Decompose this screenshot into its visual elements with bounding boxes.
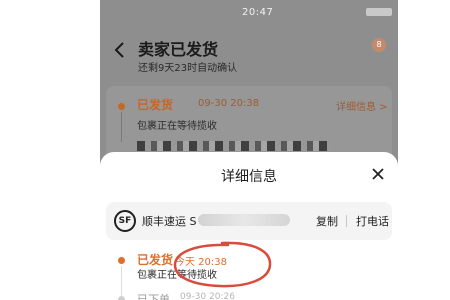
timeline-time: 09-30 20:26 (180, 292, 235, 300)
chevron-left-icon[interactable] (112, 40, 128, 60)
auto-confirm-countdown: 还剩9天23时自动确认 (138, 63, 238, 74)
red-circle-annotation (173, 241, 272, 288)
phone-screen: 20:47 卖家已发货 还剩9天23时自动确认 8 已发货 09-30 20:3… (100, 0, 398, 300)
courier-name: 顺丰速运 S (142, 215, 197, 228)
shipping-description: 包裹正在等待揽收 (137, 121, 217, 132)
shipping-time: 09-30 20:38 (198, 98, 260, 109)
shipping-status: 已发货 (137, 98, 174, 112)
timeline-dot (118, 103, 125, 110)
battery-icon (366, 8, 392, 16)
timeline-dot-active (118, 257, 125, 264)
sheet-title: 详细信息 (221, 169, 277, 185)
page-title: 卖家已发货 (138, 40, 219, 59)
timeline-line (121, 112, 122, 142)
timeline-dot (118, 296, 125, 300)
sf-express-logo: SF (114, 210, 136, 232)
divider (346, 215, 347, 227)
redacted-address (137, 141, 333, 151)
timeline-status: 已下单 (137, 293, 170, 300)
status-time: 20:47 (242, 7, 274, 18)
redacted-tracking-number (198, 214, 290, 226)
close-icon[interactable] (370, 166, 386, 182)
detail-bottom-sheet: 详细信息 SF 顺丰速运 S 复制 打电话 已发货 今天 20:38 包裹正在等… (100, 152, 398, 300)
notification-badge[interactable]: 8 (372, 38, 386, 52)
copy-button[interactable]: 复制 (316, 213, 338, 229)
status-bar: 20:47 (100, 0, 398, 24)
courier-row: SF 顺丰速运 S 复制 打电话 (106, 202, 392, 240)
detail-info-link[interactable]: 详细信息 > (336, 98, 388, 113)
timeline-line (121, 266, 122, 296)
call-button[interactable]: 打电话 (356, 213, 389, 229)
